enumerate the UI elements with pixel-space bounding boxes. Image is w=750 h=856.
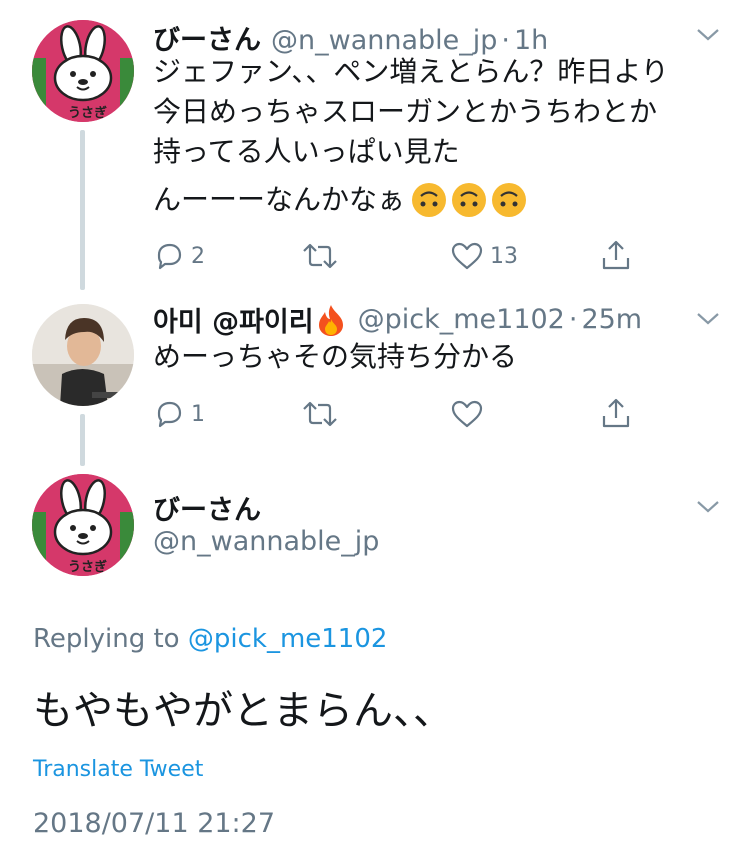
reply-count: 2 xyxy=(191,243,205,269)
emoji-group xyxy=(411,182,527,218)
tweet-text: めーっちゃその気持ち分かる xyxy=(153,340,518,373)
like-button[interactable]: 13 xyxy=(450,240,518,272)
tweet-line: 持ってる人いっぱい見た xyxy=(153,135,460,168)
thread-line xyxy=(80,414,85,466)
tweet-timestamp: 2018/07/11 21:27 xyxy=(33,808,276,839)
tweet-text: ジェファン、、ペン増えとらん？昨日より 今日めっちゃスローガンとかうちわとか 持… xyxy=(153,52,669,220)
avatar-photo[interactable] xyxy=(32,304,134,406)
share-icon xyxy=(602,398,630,428)
share-icon xyxy=(602,240,630,270)
like-icon xyxy=(451,400,483,428)
tweet-line: 今日めっちゃスローガンとかうちわとか xyxy=(153,95,658,128)
reply-button[interactable]: 1 xyxy=(153,398,205,430)
retweet-icon xyxy=(303,401,337,427)
fire-icon xyxy=(318,304,343,336)
reply-icon xyxy=(157,401,182,428)
tweet-line: ジェファン、、ペン増えとらん？昨日より xyxy=(153,55,669,88)
retweet-icon xyxy=(303,243,337,269)
chevron-down-icon[interactable] xyxy=(696,28,720,42)
main-tweet-text: もやもやがとまらん、、 xyxy=(33,688,453,734)
chevron-down-icon[interactable] xyxy=(696,312,720,326)
upside-down-face-icon xyxy=(452,183,487,217)
upside-down-face-icon xyxy=(492,183,527,217)
person-photo xyxy=(32,304,134,406)
tweet-line: んーーーなんかなぁ xyxy=(153,180,669,220)
like-count: 13 xyxy=(490,243,518,269)
tweet-header: 아미 @파이리 @pick_me1102 · 25m xyxy=(153,300,642,339)
avatar-usagi[interactable]: うさぎ xyxy=(32,20,134,122)
reply-icon xyxy=(157,243,182,270)
retweet-button[interactable] xyxy=(300,398,346,430)
avatar-usagi[interactable]: うさぎ xyxy=(32,474,134,576)
retweet-button[interactable] xyxy=(300,240,346,272)
avatar-caption: うさぎ xyxy=(68,106,108,121)
like-icon xyxy=(451,242,483,270)
avatar-caption: うさぎ xyxy=(68,560,108,575)
share-button[interactable] xyxy=(600,238,632,272)
tweet-line-text: んーーーなんかなぁ xyxy=(153,183,406,216)
replying-to-label: Replying to xyxy=(33,624,180,654)
reply-button[interactable]: 2 xyxy=(153,240,205,272)
share-button[interactable] xyxy=(600,396,632,430)
dot-separator: · xyxy=(568,304,578,335)
handle[interactable]: @n_wannable_jp xyxy=(153,526,379,557)
display-name[interactable]: びーさん xyxy=(153,488,261,527)
replying-to: Replying to @pick_me1102 xyxy=(33,624,387,654)
translate-tweet-link[interactable]: Translate Tweet xyxy=(33,757,203,782)
handle[interactable]: @pick_me1102 xyxy=(358,304,565,335)
display-name[interactable]: 아미 @파이리 xyxy=(153,300,314,339)
replying-to-handle[interactable]: @pick_me1102 xyxy=(188,624,388,654)
chevron-down-icon[interactable] xyxy=(696,500,720,514)
thread-line xyxy=(80,130,85,290)
upside-down-face-icon xyxy=(412,183,447,217)
like-button[interactable] xyxy=(450,398,490,430)
timestamp[interactable]: 25m xyxy=(581,304,642,335)
reply-count: 1 xyxy=(191,401,205,427)
